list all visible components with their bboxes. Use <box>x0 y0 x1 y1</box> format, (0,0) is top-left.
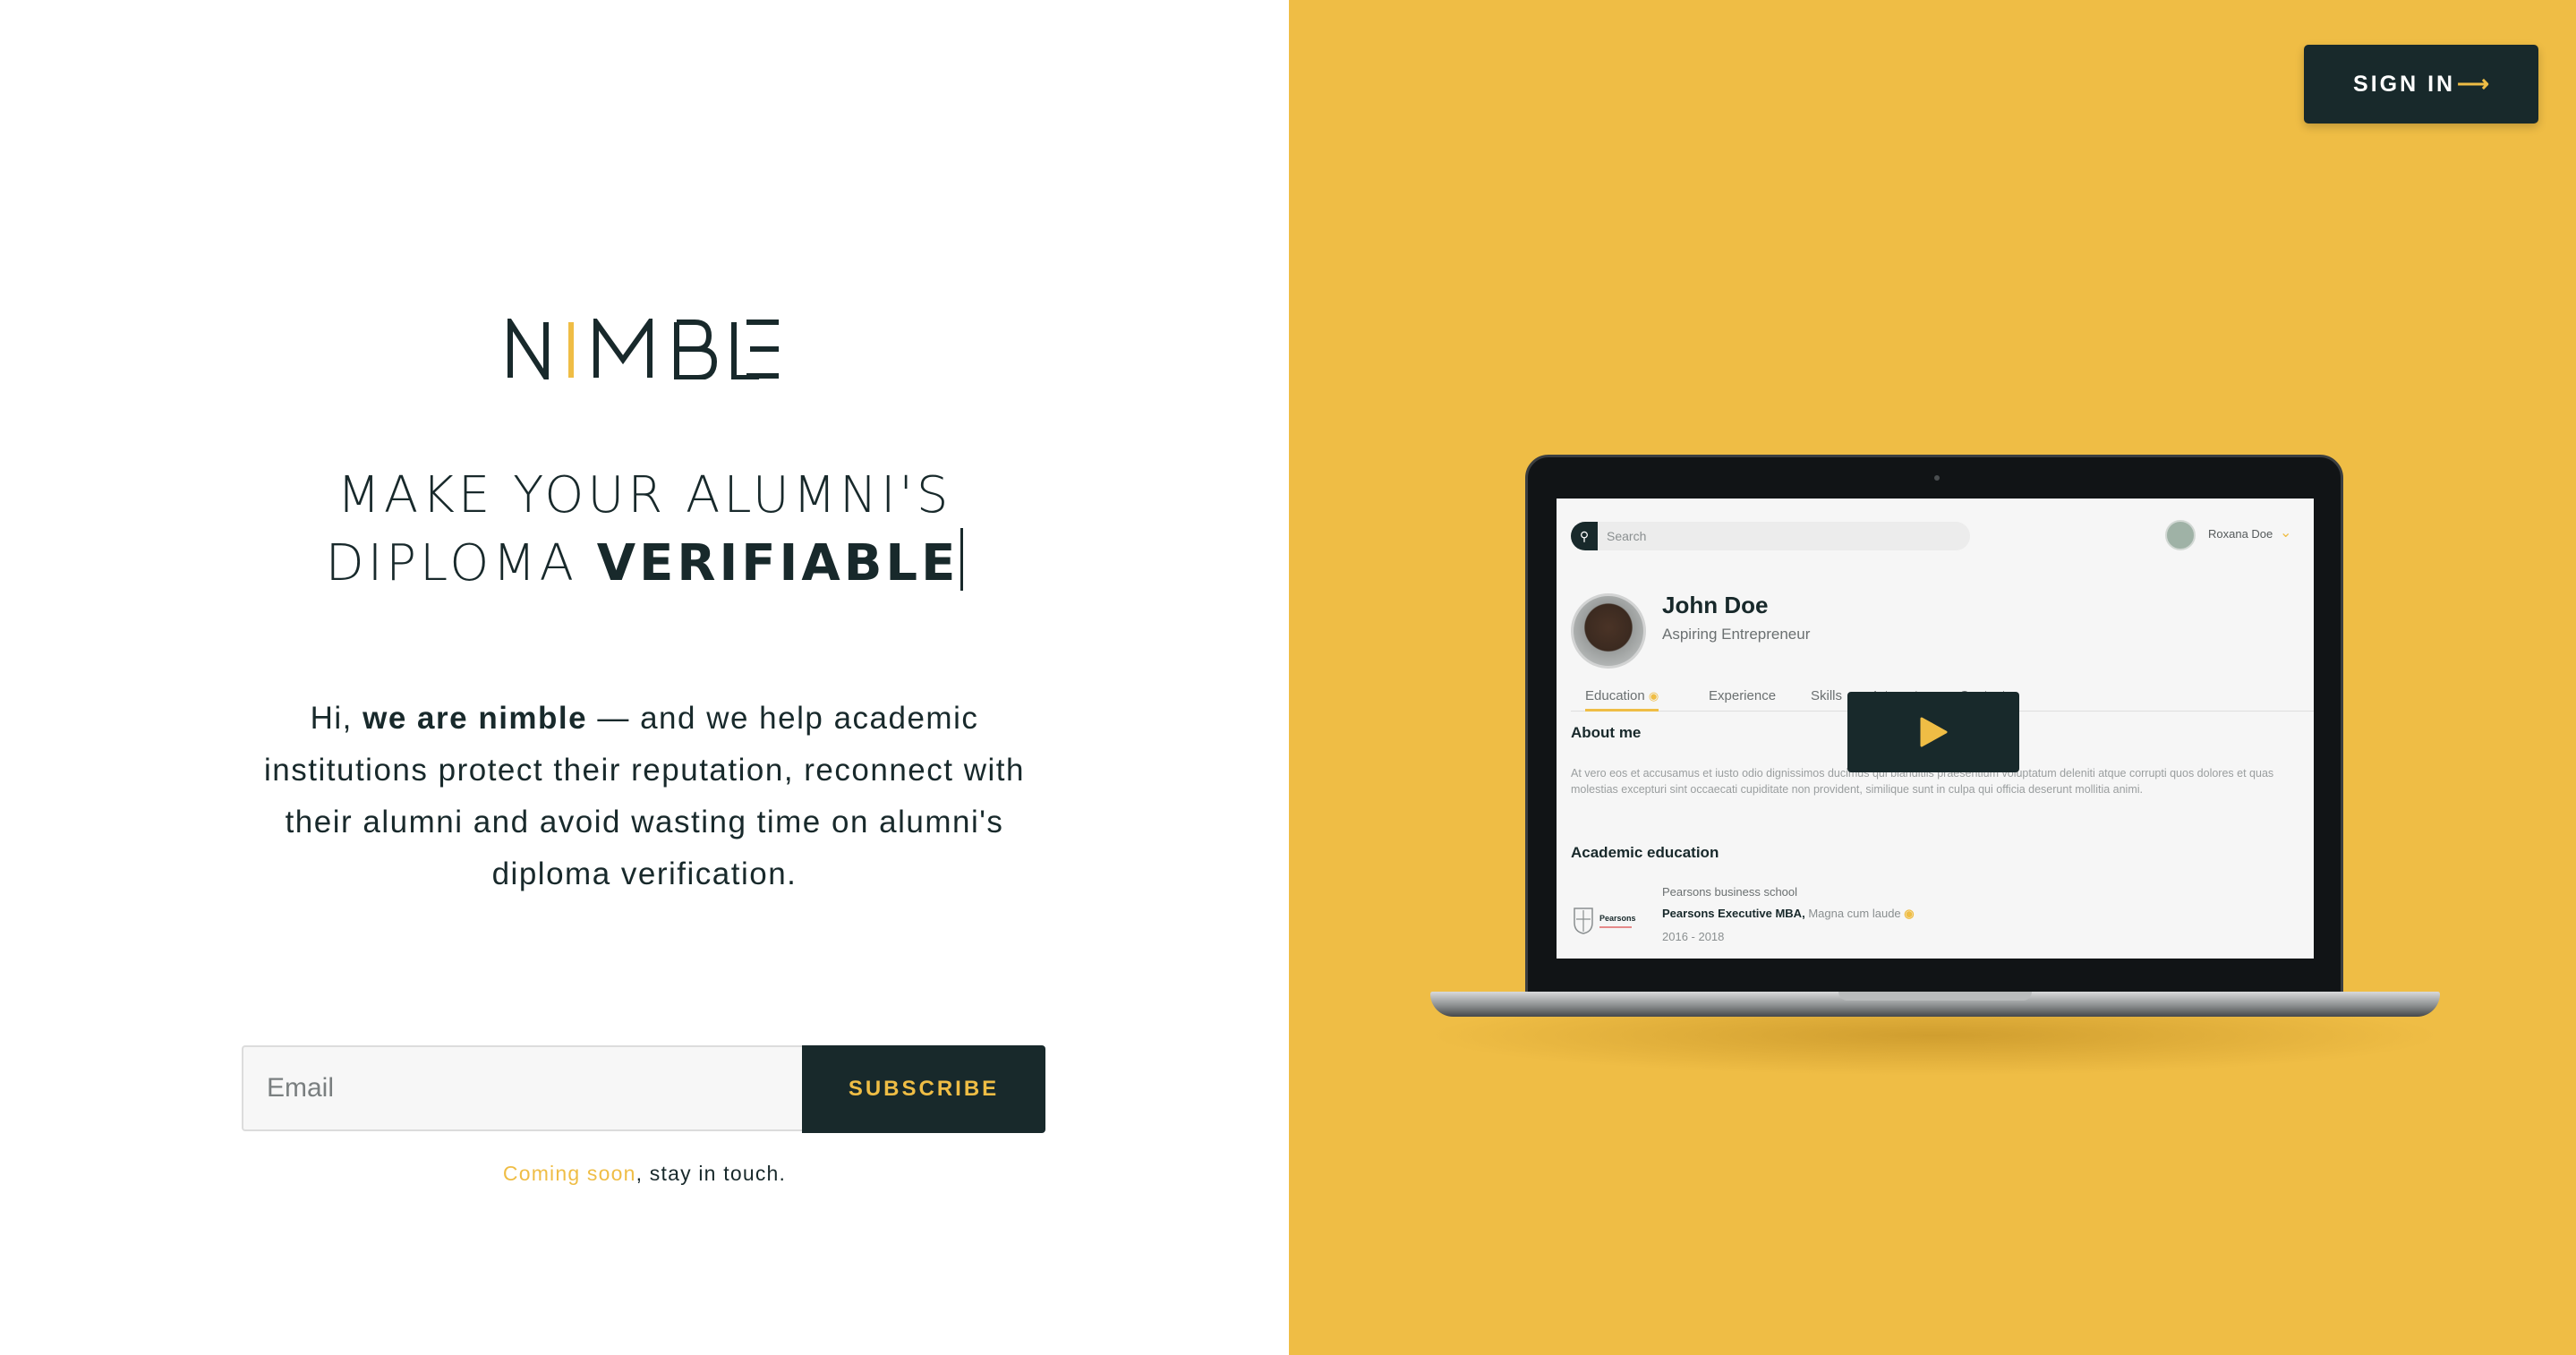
coming-soon-note: Coming soon, stay in touch. <box>376 1162 913 1186</box>
subscribe-button[interactable]: SUBSCRIBE <box>802 1045 1045 1133</box>
play-icon <box>1920 717 1948 747</box>
check-circle-icon: ◉ <box>1648 689 1659 703</box>
tab-skills: Skills <box>1811 688 1843 703</box>
degree-honor: Magna cum laude <box>1808 907 1901 920</box>
tab-experience: Experience <box>1709 688 1777 703</box>
profile-role: Aspiring Entrepreneur <box>1662 626 1811 643</box>
about-title: About me <box>1571 724 1642 741</box>
intro-strong: we are nimble <box>363 701 588 736</box>
search-icon: ⚲ <box>1571 522 1598 550</box>
education-title: Academic education <box>1571 844 1719 861</box>
hero-headline: MAKE YOUR ALUMNI'S DIPLOMA VERIFIABLE <box>197 464 1092 596</box>
tab-education: Education ◉ <box>1585 688 1659 712</box>
headline-line-2-prefix: DIPLOMA <box>325 534 577 592</box>
sign-in-label: SIGN IN <box>2353 72 2456 97</box>
intro-paragraph: Hi, we are nimble — and we help academic… <box>251 693 1038 900</box>
arrow-right-icon: ⟶ <box>2457 72 2489 97</box>
stay-in-touch-text: , stay in touch. <box>635 1162 787 1185</box>
check-circle-icon: ◉ <box>1904 907 1915 920</box>
profile-avatar <box>1571 593 1646 669</box>
laptop-notch <box>1838 992 2032 1001</box>
profile-name: John Doe <box>1662 592 1769 618</box>
degree-years: 2016 - 2018 <box>1662 930 1725 943</box>
degree-name: Pearsons Executive MBA, <box>1662 907 1805 920</box>
degree-line: Pearsons Executive MBA, Magna cum laude … <box>1662 907 1915 921</box>
svg-text:Pearsons: Pearsons <box>1599 914 1636 923</box>
email-input[interactable] <box>242 1045 802 1131</box>
coming-soon-text: Coming soon <box>502 1162 636 1185</box>
preview-user-name: Roxana Doe <box>2208 527 2273 541</box>
headline-line-1: MAKE YOUR ALUMNI'S <box>337 466 952 524</box>
preview-user-avatar <box>2165 520 2196 550</box>
preview-search-bar: Search <box>1571 522 1970 550</box>
school-logo: Pearsons <box>1574 908 1636 934</box>
nimble-logo <box>508 319 779 379</box>
typing-caret <box>960 528 964 591</box>
headline-line-2-strong: VERIFIABLE <box>596 534 960 592</box>
chevron-down-icon: ⌄ <box>2280 525 2292 541</box>
left-panel: MAKE YOUR ALUMNI'S DIPLOMA VERIFIABLE Hi… <box>0 0 1289 1355</box>
intro-prefix: Hi, <box>310 701 353 736</box>
camera-icon <box>1934 475 1940 481</box>
sign-in-button[interactable]: SIGN IN⟶ <box>2304 45 2538 124</box>
play-video-button[interactable] <box>1847 692 2019 772</box>
school-name: Pearsons business school <box>1662 885 1798 899</box>
